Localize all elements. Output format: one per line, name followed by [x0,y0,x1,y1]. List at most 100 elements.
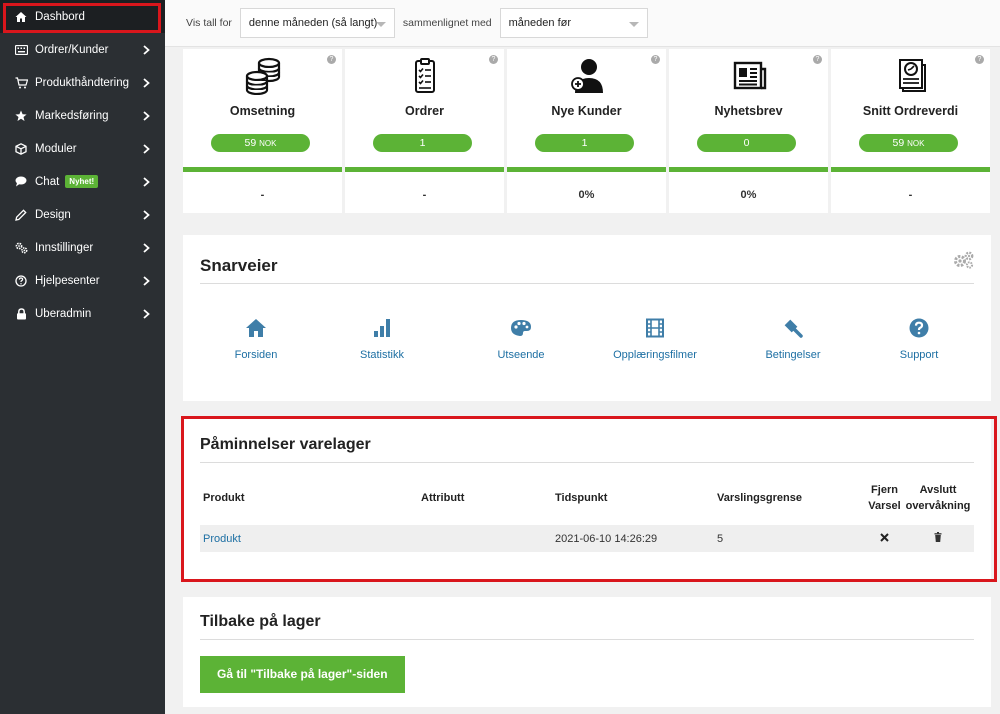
stat-value-pill: 0 [697,134,796,152]
stock-reminders-divider [200,462,974,463]
sidebar-item-design[interactable]: Design [0,198,165,231]
stat-card-newsletter: ? Nyhetsbrev 0 0% [669,49,828,213]
stat-value: 1 [419,137,426,149]
stat-value: 1 [581,137,588,149]
shortcut-label: Betingelser [765,349,821,361]
stat-divider [669,167,828,172]
sidebar-item-ordrer-kunder[interactable]: Ordrer/Kunder [0,33,165,66]
sidebar-item-produkthandtering[interactable]: Produkthåndtering [0,66,165,99]
sidebar-item-chat[interactable]: Chat Nyhet! [0,165,165,198]
back-in-stock-panel: Tilbake på lager Gå til "Tilbake på lage… [183,597,991,707]
chevron-right-icon [141,175,151,189]
threshold-cell: 5 [717,525,867,552]
stat-title: Ordrer [405,104,444,118]
shortcut-forsiden[interactable]: Forsiden [201,318,311,361]
clipboard-icon [414,58,435,93]
sidebar-item-dashbord[interactable]: Dashbord [0,0,165,33]
shortcuts-panel: Snarveier Forsiden Statistikk Utseende O… [183,235,991,401]
question-icon [909,318,929,338]
stat-title: Nyhetsbrev [714,104,783,118]
compare-select[interactable]: måneden før [499,8,648,38]
chevron-right-icon [141,274,151,288]
help-icon[interactable]: ? [327,55,336,64]
shortcut-opplaeringsfilmer[interactable]: Opplæringsfilmer [600,318,710,361]
shortcut-utseende[interactable]: Utseende [466,318,576,361]
stat-change: 0% [578,189,595,201]
help-icon[interactable]: ? [489,55,498,64]
filter-bar: Vis tall for denne måneden (så langt) sa… [165,0,1000,47]
column-header-threshold: Varslingsgrense [717,492,802,504]
report-icon [898,59,926,92]
stat-divider [831,167,990,172]
stat-change: - [422,189,427,201]
chevron-right-icon [141,208,151,222]
timestamp-cell: 2021-06-10 14:26:29 [555,525,717,552]
gavel-icon [784,319,803,338]
sidebar-item-innstillinger[interactable]: Innstillinger [0,231,165,264]
chevron-right-icon [141,43,151,57]
bar-chart-icon [374,319,390,337]
sidebar-item-label: Moduler [35,142,77,155]
stat-change: - [908,189,913,201]
stat-change: - [260,189,265,201]
stat-title: Nye Kunder [551,104,622,118]
sidebar-item-label: Produkthåndtering [35,76,129,89]
keyboard-icon [14,43,28,57]
help-icon[interactable]: ? [651,55,660,64]
chevron-down-icon [375,22,386,27]
go-to-back-in-stock-button[interactable]: Gå til "Tilbake på lager"-siden [200,656,405,693]
lock-icon [14,307,28,321]
stat-title: Omsetning [229,104,296,118]
chevron-right-icon [141,109,151,123]
home-icon [246,319,266,337]
back-in-stock-divider [200,639,974,640]
stat-currency: NOK [259,139,277,148]
stat-card-new-customers: ? Nye Kunder 1 0% [507,49,666,213]
shortcut-label: Support [899,349,939,361]
stat-currency: NOK [907,139,925,148]
column-header-timestamp: Tidspunkt [555,492,608,504]
stat-divider [345,167,504,172]
period-select[interactable]: denne måneden (så langt) [239,8,395,38]
sidebar-item-label: Dashbord [35,10,85,23]
shortcut-label: Opplæringsfilmer [613,349,697,361]
trash-icon[interactable] [934,532,942,545]
stat-change: 0% [740,189,757,201]
stat-value-pill: 1 [373,134,472,152]
stat-value: 59 [892,137,905,149]
sidebar-item-uberadmin[interactable]: Uberadmin [0,297,165,330]
show-figures-label: Vis tall for [186,17,232,29]
sidebar-item-moduler[interactable]: Moduler [0,132,165,165]
column-header-line: overvåkning [905,500,971,512]
stat-divider [507,167,666,172]
column-header-line: Varsel [868,500,901,512]
cart-icon [14,76,28,90]
pencil-icon [14,208,28,222]
new-badge: Nyhet! [65,175,99,188]
stat-value-pill: 59 NOK [211,134,310,152]
help-icon[interactable]: ? [975,55,984,64]
sidebar-item-markedsforing[interactable]: Markedsføring [0,99,165,132]
sidebar-item-label: Uberadmin [35,307,92,320]
remove-alert-cell [867,525,902,552]
close-icon[interactable] [880,532,889,545]
help-icon[interactable]: ? [813,55,822,64]
product-link[interactable]: Produkt [200,525,421,552]
shortcut-betingelser[interactable]: Betingelser [738,318,848,361]
sidebar-item-hjelpesenter[interactable]: Hjelpesenter [0,264,165,297]
stat-card-revenue: ? Omsetning 59 NOK - [183,49,342,213]
shortcut-statistikk[interactable]: Statistikk [327,318,437,361]
stat-value-pill: 1 [535,134,634,152]
settings-gear-icon[interactable] [953,251,975,272]
shortcut-support[interactable]: Support [864,318,974,361]
back-in-stock-title: Tilbake på lager [200,613,321,630]
chevron-right-icon [141,142,151,156]
chevron-down-icon [628,22,639,27]
sidebar-item-label: Design [35,208,71,221]
stat-value-pill: 59 NOK [859,134,958,152]
stat-cards: ? Omsetning 59 NOK - ? Ordrer 1 - ? Nye … [183,49,991,213]
chevron-right-icon [141,76,151,90]
shortcut-label: Statistikk [359,349,404,361]
shortcut-label: Utseende [497,349,545,361]
column-header-end-monitoring: Avslutt overvåkning [902,471,974,525]
